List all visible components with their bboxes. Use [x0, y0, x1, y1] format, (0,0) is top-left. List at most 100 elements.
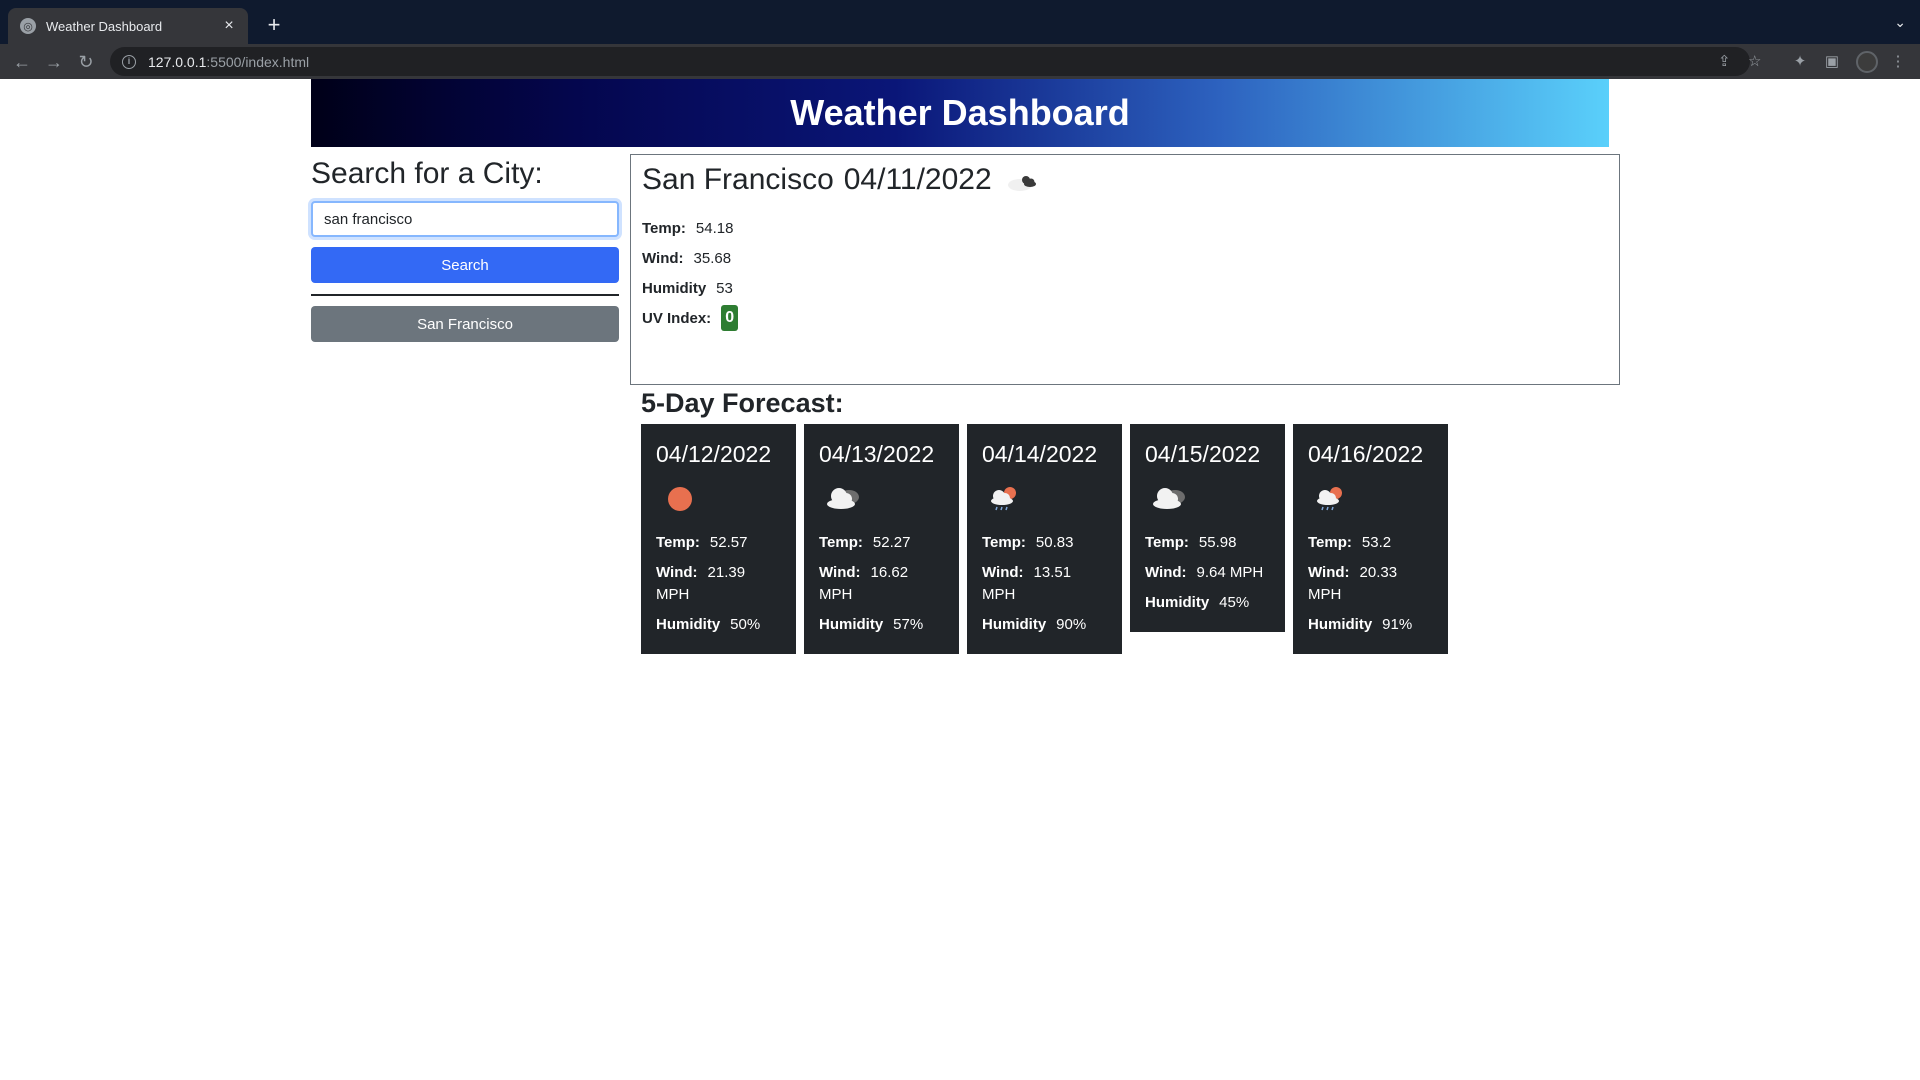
- humidity-label: Humidity: [656, 616, 721, 633]
- globe-icon: ◎: [20, 18, 36, 34]
- search-sidebar: Search for a City: Search San Francisco: [311, 153, 619, 342]
- current-weather-heading: San Francisco 04/11/2022: [642, 159, 1619, 201]
- forecast-date: 04/14/2022: [982, 441, 1098, 467]
- page: Weather Dashboard Search for a City: Sea…: [0, 79, 1920, 1080]
- tab-strip: ◎ Weather Dashboard × + ⌄: [0, 0, 1920, 44]
- tab-search-chevron-icon[interactable]: ⌄: [1894, 14, 1906, 31]
- forecast-date: 04/16/2022: [1308, 441, 1424, 467]
- forecast-humidity-row: Humidity 57%: [819, 614, 944, 636]
- address-bar[interactable]: i 127.0.0.1:5500/index.html ⇪ ☆: [110, 47, 1761, 76]
- temp-label: Temp:: [819, 534, 863, 551]
- url-text: 127.0.0.1:5500/index.html: [148, 54, 309, 70]
- forecast-humidity-row: Humidity 90%: [982, 614, 1107, 636]
- forecast-cards: 04/12/2022 Temp: 52.57 Wind: 21.39 MPH Hum…: [641, 424, 1448, 654]
- forecast-card: 04/12/2022 Temp: 52.57 Wind: 21.39 MPH Hum…: [641, 424, 796, 654]
- current-temp-row: Temp: 54.18: [642, 213, 1619, 243]
- forecast-temp-row: Temp: 52.27: [819, 532, 944, 554]
- new-tab-button[interactable]: +: [260, 12, 288, 40]
- forecast-temp-value: 52.27: [872, 534, 911, 551]
- broken-clouds-icon: [1006, 172, 1040, 197]
- forward-arrow-icon[interactable]: →: [40, 48, 68, 76]
- forecast-wind-row: Wind: 9.64 MPH: [1145, 562, 1270, 584]
- current-wind-value: 35.68: [693, 249, 732, 267]
- forecast-humidity-row: Humidity 45%: [1145, 592, 1270, 614]
- uv-index-badge: 0: [721, 305, 739, 331]
- page-header: Weather Dashboard: [311, 79, 1609, 147]
- side-panel-icon[interactable]: ▣: [1822, 52, 1842, 70]
- forecast-temp-row: Temp: 55.98: [1145, 532, 1270, 554]
- tab-title: Weather Dashboard: [46, 18, 163, 34]
- forecast-date: 04/13/2022: [819, 441, 935, 467]
- temp-label: Temp:: [1145, 534, 1189, 551]
- current-uv-row: UV Index: 0: [642, 303, 1619, 333]
- forecast-humidity-value: 45%: [1219, 594, 1250, 611]
- forecast-temp-row: Temp: 53.2: [1308, 532, 1433, 554]
- share-icon[interactable]: ⇪: [1718, 52, 1731, 70]
- browser-chrome: ◎ Weather Dashboard × + ⌄ ← → ↻ i 127.0.…: [0, 0, 1920, 79]
- forecast-wind-row: Wind: 13.51 MPH: [982, 562, 1107, 606]
- back-arrow-icon[interactable]: ←: [8, 48, 36, 76]
- temp-label: Temp:: [1308, 534, 1352, 551]
- browser-tab[interactable]: ◎ Weather Dashboard ×: [8, 8, 248, 44]
- current-city: San Francisco: [642, 163, 834, 196]
- forecast-humidity-value: 57%: [893, 616, 924, 633]
- clear-sky-icon: [656, 474, 781, 524]
- humidity-label: Humidity: [819, 616, 884, 633]
- page-title: Weather Dashboard: [790, 92, 1130, 133]
- current-wind-row: Wind: 35.68: [642, 243, 1619, 273]
- forecast-humidity-row: Humidity 91%: [1308, 614, 1433, 636]
- temp-label: Temp:: [982, 534, 1026, 551]
- wind-label: Wind:: [819, 564, 861, 581]
- forecast-date: 04/15/2022: [1145, 441, 1261, 467]
- forecast-temp-row: Temp: 52.57: [656, 532, 781, 554]
- rain-sun-icon: [1308, 474, 1433, 524]
- forecast-card: 04/13/2022 Temp: 52.27 Wind: 16.62 MPH Hum…: [804, 424, 959, 654]
- forecast-wind-row: Wind: 20.33 MPH: [1308, 562, 1433, 606]
- info-icon[interactable]: i: [122, 54, 136, 69]
- wind-label: Wind:: [656, 564, 698, 581]
- browser-menu-icon[interactable]: ⋮: [1888, 52, 1908, 70]
- current-temp-value: 54.18: [695, 219, 734, 237]
- tab-close-icon[interactable]: ×: [220, 17, 238, 35]
- humidity-label: Humidity: [642, 279, 707, 297]
- forecast-temp-value: 55.98: [1198, 534, 1237, 551]
- forecast-humidity-row: Humidity 50%: [656, 614, 781, 636]
- search-button[interactable]: Search: [311, 247, 619, 283]
- current-stats: Temp: 54.18 Wind: 35.68 Humidity 53 UV I…: [642, 213, 1619, 333]
- current-humidity-value: 53: [716, 279, 733, 297]
- wind-label: Wind:: [982, 564, 1024, 581]
- url-path: :5500/index.html: [206, 53, 310, 70]
- wind-label: Wind:: [1145, 564, 1187, 581]
- search-heading: Search for a City:: [311, 157, 543, 190]
- forecast-temp-row: Temp: 50.83: [982, 532, 1107, 554]
- humidity-label: Humidity: [982, 616, 1047, 633]
- reload-icon[interactable]: ↻: [72, 48, 100, 76]
- temp-label: Temp:: [642, 219, 686, 237]
- extensions-icon[interactable]: ✦: [1790, 52, 1810, 70]
- current-date: 04/11/2022: [843, 163, 992, 196]
- broken-clouds-icon: [819, 474, 944, 524]
- current-weather-panel: San Francisco 04/11/2022 Temp: 54.18 Win…: [630, 154, 1620, 385]
- forecast-date: 04/12/2022: [656, 441, 772, 467]
- forecast-wind-row: Wind: 16.62 MPH: [819, 562, 944, 606]
- wind-label: Wind:: [1308, 564, 1350, 581]
- forecast-humidity-value: 50%: [730, 616, 761, 633]
- current-humidity-row: Humidity 53: [642, 273, 1619, 303]
- forecast-humidity-value: 90%: [1056, 616, 1087, 633]
- bookmark-star-icon[interactable]: ☆: [1748, 52, 1761, 70]
- forecast-temp-value: 50.83: [1035, 534, 1074, 551]
- profile-avatar[interactable]: [1856, 51, 1878, 73]
- forecast-card: 04/16/2022 Temp: 53.2 Wind: 20.33 MPH Humi…: [1293, 424, 1448, 654]
- forecast-card: 04/14/2022 Temp: 50.83 Wind: 13.51 MPH Hum…: [967, 424, 1122, 654]
- rain-sun-icon: [982, 474, 1107, 524]
- broken-clouds-icon: [1145, 474, 1270, 524]
- wind-label: Wind:: [642, 249, 684, 267]
- temp-label: Temp:: [656, 534, 700, 551]
- city-search-input[interactable]: [311, 201, 619, 237]
- humidity-label: Humidity: [1308, 616, 1373, 633]
- browser-toolbar: ← → ↻ i 127.0.0.1:5500/index.html ⇪ ☆ ✦ …: [0, 44, 1920, 79]
- humidity-label: Humidity: [1145, 594, 1210, 611]
- history-city-button[interactable]: San Francisco: [311, 306, 619, 342]
- divider: [311, 294, 619, 296]
- uv-label: UV Index:: [642, 309, 712, 327]
